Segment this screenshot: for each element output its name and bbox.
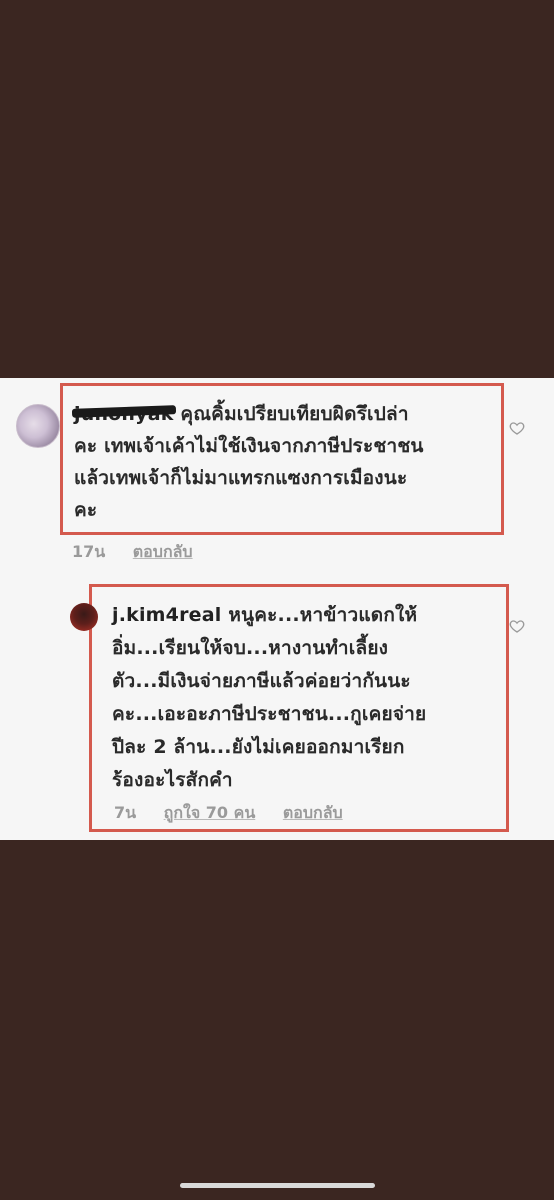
heart-outline-icon[interactable] xyxy=(509,618,525,634)
comment-panel: junonyak คุณคิ้มเปรียบเทียบผิดรึเปล่า คะ… xyxy=(0,378,554,840)
comment-text-line: คะ...เอะอะภาษีประชาชน...กูเคยจ่าย xyxy=(112,703,427,725)
likes-count-link[interactable]: ถูกใจ 70 คน xyxy=(164,803,256,822)
comment-text-line: หนูคะ...หาข้าวแดกให้ xyxy=(228,604,418,626)
comment-meta: 7น ถูกใจ 70 คน ตอบกลับ xyxy=(114,801,365,826)
comment-text-line: อิ่ม...เรียนให้จบ...หางานทำเลี้ยง xyxy=(112,637,389,659)
comment-text-line: แล้วเทพเจ้าก็ไม่มาแทรกแซงการเมืองนะ xyxy=(74,467,408,489)
avatar[interactable] xyxy=(16,404,60,448)
comment-text-line: คุณคิ้มเปรียบเทียบผิดรึเปล่า xyxy=(180,403,409,425)
home-indicator[interactable] xyxy=(180,1183,375,1188)
dark-background-bottom xyxy=(0,840,554,1200)
reply-button[interactable]: ตอบกลับ xyxy=(133,542,193,561)
comment-text-line: ตัว...มีเงินจ่ายภาษีแล้วค่อยว่ากันนะ xyxy=(112,670,411,692)
comment-text-line: คะ xyxy=(74,499,98,521)
comment-text-line: ร้องอะไรสักคำ xyxy=(112,769,233,791)
comment-text-line: คะ เทพเจ้าเค้าไม่ใช้เงินจากภาษีประชาชน xyxy=(74,435,424,457)
avatar[interactable] xyxy=(70,603,98,631)
comment-body: junonyak คุณคิ้มเปรียบเทียบผิดรึเปล่า คะ… xyxy=(74,398,492,526)
heart-outline-icon[interactable] xyxy=(509,420,525,436)
comment-meta: 17น ตอบกลับ xyxy=(72,540,215,565)
comment-body: j.kim4real หนูคะ...หาข้าวแดกให้ อิ่ม...เ… xyxy=(112,599,507,797)
comment-username[interactable]: junonyak xyxy=(74,398,174,430)
comment-line: junonyak คุณคิ้มเปรียบเทียบผิดรึเปล่า xyxy=(74,398,492,430)
comment-line: j.kim4real หนูคะ...หาข้าวแดกให้ xyxy=(112,599,507,632)
dark-background-top xyxy=(0,0,554,378)
comment-time: 7น xyxy=(114,803,137,822)
comment-text-line: ปีละ 2 ล้าน...ยังไม่เคยออกมาเรียก xyxy=(112,736,405,758)
comment-time: 17น xyxy=(72,542,106,561)
reply-button[interactable]: ตอบกลับ xyxy=(283,803,343,822)
comment-username[interactable]: j.kim4real xyxy=(112,604,222,626)
